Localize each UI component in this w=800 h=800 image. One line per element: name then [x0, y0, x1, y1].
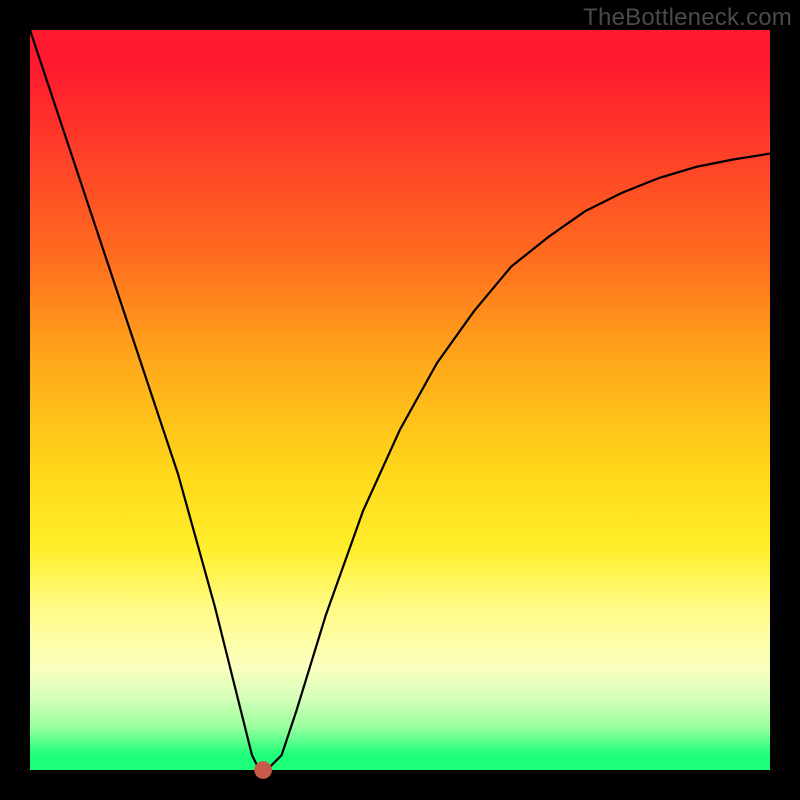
bottleneck-curve — [30, 30, 770, 770]
minimum-marker — [254, 761, 272, 779]
watermark-label: TheBottleneck.com — [583, 4, 792, 32]
chart-svg — [30, 30, 770, 770]
plot-area — [30, 30, 770, 770]
chart-frame: TheBottleneck.com — [0, 0, 800, 800]
